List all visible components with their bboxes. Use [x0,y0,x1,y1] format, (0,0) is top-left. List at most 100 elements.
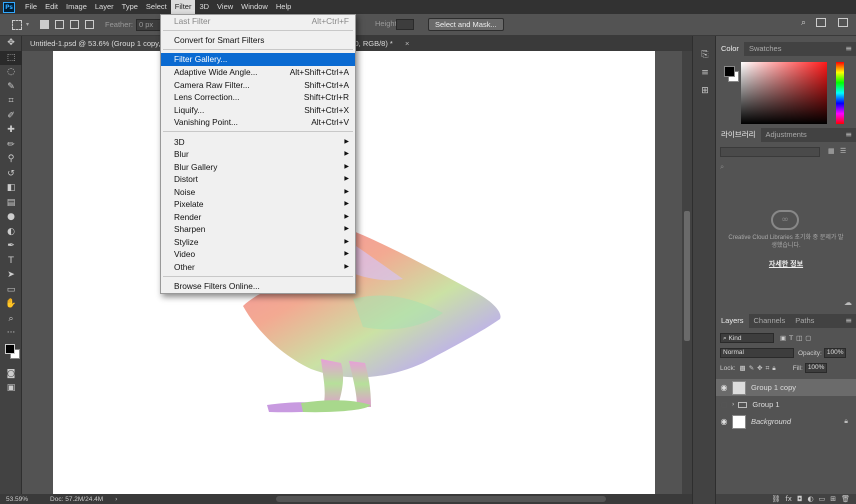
menu-image[interactable]: Image [62,0,91,14]
menu-filter[interactable]: Filter [170,0,196,14]
dodge-tool-icon[interactable]: ◐ [0,225,22,240]
workspace-icon[interactable] [816,18,826,27]
new-group-icon[interactable]: ▭ [819,495,826,503]
menu-item-camera-raw-filter[interactable]: Camera Raw Filter... Shift+Ctrl+A [161,79,355,92]
tab-channels[interactable]: Channels [749,314,791,328]
menu-item-browse-filters-online[interactable]: Browse Filters Online... [161,280,355,293]
menu-item-video[interactable]: Video ▶ [161,248,355,261]
move-tool-icon[interactable]: ✥ [0,36,22,51]
panel-menu-icon[interactable]: ≡ [845,44,852,53]
subtract-selection-icon[interactable] [70,20,80,29]
document-tab[interactable]: Untitled-1.psd @ 53.6% (Group 1 copy, R [22,36,176,51]
delete-layer-icon[interactable]: 🗑︎ [841,495,850,503]
screen-mode-icon[interactable]: ▣ [0,381,22,396]
adjust-panel-icon[interactable]: ≡ [693,64,717,82]
more-tools-icon[interactable]: ··· [0,326,22,341]
menu-item-blur-gallery[interactable]: Blur Gallery ▶ [161,161,355,174]
close-tab-icon[interactable]: × [405,36,409,51]
list-view-icon[interactable]: ☰ [840,147,846,155]
fx-icon[interactable]: fx [785,495,792,503]
new-selection-icon[interactable] [40,20,50,29]
menu-item-pixelate[interactable]: Pixelate ▶ [161,198,355,211]
quick-mask-icon[interactable]: ◙ [0,367,22,382]
hand-tool-icon[interactable]: ✋ [0,297,22,312]
menu-item-liquify[interactable]: Liquify... Shift+Ctrl+X [161,104,355,117]
height-input[interactable] [396,19,414,30]
eyedropper-tool-icon[interactable]: ✐ [0,109,22,124]
menu-file[interactable]: File [21,0,41,14]
quick-select-tool-icon[interactable]: ✎ [0,80,22,95]
menu-layer[interactable]: Layer [91,0,118,14]
feather-input[interactable]: 0 px [135,18,162,31]
menu-3d[interactable]: 3D [195,0,213,14]
adjustment-layer-icon[interactable]: ◐ [808,495,814,503]
lasso-tool-icon[interactable]: ◌ [0,65,22,80]
visibility-eye-icon[interactable]: ◉ [716,417,732,426]
layer-row[interactable]: ◉ Group 1 copy [716,379,856,396]
grid-view-icon[interactable]: ▦ [828,147,835,155]
opacity-input[interactable]: 100% [823,348,847,358]
fill-input[interactable]: 100% [804,363,828,373]
properties-panel-icon[interactable]: ⊞ [693,82,717,100]
path-selection-tool-icon[interactable]: ➤ [0,268,22,283]
menu-item-last-filter[interactable]: Last Filter Alt+Ctrl+F [161,15,355,28]
add-selection-icon[interactable] [55,20,65,29]
select-and-mask-button[interactable]: Select and Mask... [428,18,504,31]
vertical-scrollbar-thumb[interactable] [684,211,690,341]
menu-item-render[interactable]: Render ▶ [161,211,355,224]
type-tool-icon[interactable]: T [0,254,22,269]
layer-row[interactable]: ◉ Background 🔒︎ [716,413,856,430]
menu-view[interactable]: View [213,0,237,14]
pen-tool-icon[interactable]: ✒ [0,239,22,254]
foreground-color-swatch[interactable] [5,343,15,354]
kind-filter-dropdown[interactable]: ⌕ Kind [720,333,774,343]
more-info-link[interactable]: 자세한 정보 [716,259,856,269]
menu-item-adaptive-wide-angle[interactable]: Adaptive Wide Angle... Alt+Shift+Ctrl+A [161,66,355,79]
clone-stamp-tool-icon[interactable]: ⚲ [0,152,22,167]
eraser-tool-icon[interactable]: ◧ [0,181,22,196]
link-layers-icon[interactable]: ⛓ [771,495,780,503]
panel-menu-icon[interactable]: ≡ [845,316,852,325]
menu-item-noise[interactable]: Noise ▶ [161,186,355,199]
gradient-tool-icon[interactable]: ▤ [0,196,22,211]
color-swatches[interactable] [0,341,21,367]
intersect-selection-icon[interactable] [85,20,95,29]
menu-item-3d[interactable]: 3D ▶ [161,136,355,149]
blend-mode-dropdown[interactable]: Normal [720,348,794,358]
tab-adjustments[interactable]: Adjustments [761,128,812,142]
tab-swatches[interactable]: Swatches [744,42,787,56]
status-arrow-icon[interactable]: › [115,496,117,503]
menu-item-other[interactable]: Other ▶ [161,261,355,274]
marquee-tool-icon[interactable]: ⬚ [0,50,22,65]
share-icon[interactable] [838,18,848,27]
zoom-tool-icon[interactable]: ⌕ [0,312,22,327]
panel-menu-icon[interactable]: ≡ [845,130,852,139]
chevron-down-icon[interactable]: ▾ [26,21,29,28]
blur-tool-icon[interactable]: ● [0,210,22,225]
new-layer-icon[interactable]: ⊞ [830,495,836,503]
chevron-right-icon[interactable]: › [732,401,734,408]
tab-color[interactable]: Color [716,42,744,56]
menu-edit[interactable]: Edit [41,0,62,14]
visibility-off-icon[interactable]: ▢ [716,400,732,409]
search-icon[interactable]: ⌕ [801,18,806,28]
menu-item-sharpen[interactable]: Sharpen ▶ [161,223,355,236]
menu-item-distort[interactable]: Distort ▶ [161,173,355,186]
zoom-level[interactable]: 53.59% [6,496,28,503]
tab-layers[interactable]: Layers [716,314,749,328]
color-picker-field[interactable] [741,62,827,124]
menu-item-filter-gallery[interactable]: Filter Gallery... [161,53,355,66]
crop-tool-icon[interactable]: ⌗ [0,94,22,109]
menu-window[interactable]: Window [237,0,272,14]
history-brush-tool-icon[interactable]: ↺ [0,167,22,182]
cloud-sync-icon[interactable]: ☁ [844,298,852,307]
brush-tool-icon[interactable]: ✏ [0,138,22,153]
tab-libraries[interactable]: 라이브러리 [716,128,761,142]
vertical-scrollbar[interactable] [682,51,692,494]
history-panel-icon[interactable]: ⎘ [693,46,717,64]
menu-type[interactable]: Type [118,0,142,14]
menu-item-vanishing-point[interactable]: Vanishing Point... Alt+Ctrl+V [161,116,355,129]
lock-icons[interactable]: ▩✎✥⌗🔒︎ [740,364,779,373]
healing-brush-tool-icon[interactable]: ✚ [0,123,22,138]
foreground-color-swatch[interactable] [724,66,735,77]
